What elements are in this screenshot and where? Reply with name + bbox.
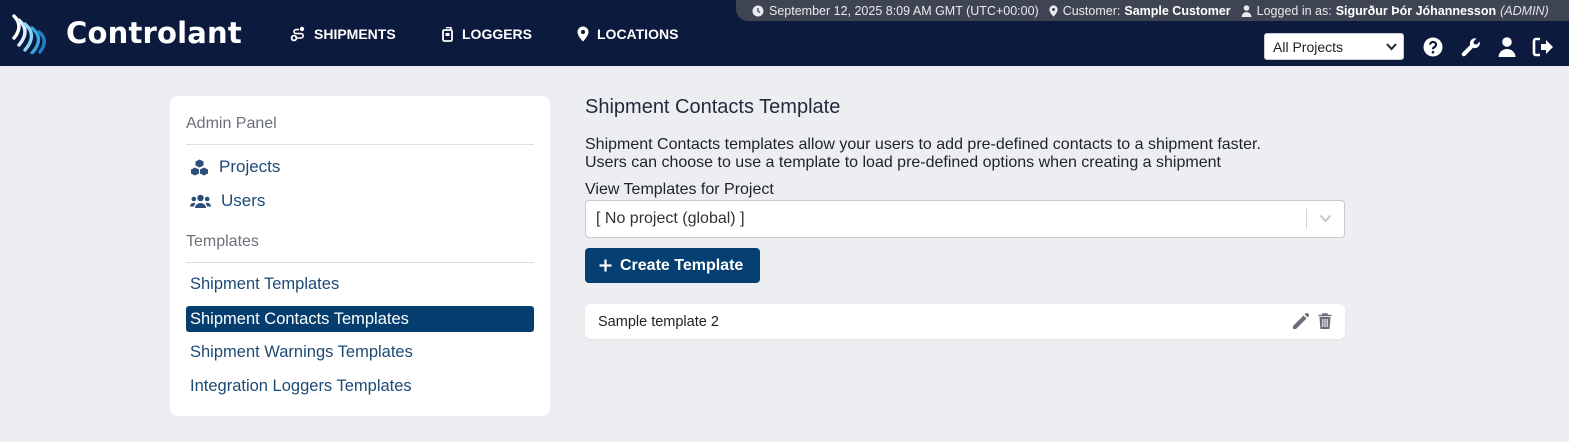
user-icon (1241, 4, 1252, 17)
project-filter-select[interactable]: All Projects (1264, 33, 1404, 60)
sidebar-item-shipment-contacts-templates[interactable]: Shipment Contacts Templates (186, 306, 534, 332)
nav-shipments-label: SHIPMENTS (314, 26, 396, 42)
map-pin-icon (1049, 4, 1058, 17)
logged-in-user: Sigurður Þór Jóhannesson (1335, 3, 1497, 18)
nav-locations-label: LOCATIONS (597, 26, 679, 42)
sidebar-item-integration-loggers-templates[interactable]: Integration Loggers Templates (186, 373, 534, 399)
customer-name: Sample Customer (1124, 3, 1231, 18)
customer-label: Customer: (1062, 3, 1121, 18)
customer-status: Customer: Sample Customer (1049, 4, 1231, 18)
plus-icon (599, 259, 612, 272)
page-title: Shipment Contacts Template (585, 96, 841, 118)
divider (186, 262, 534, 263)
session-status-bar: September 12, 2025 8:09 AM GMT (UTC+00:0… (736, 0, 1569, 21)
wrench-icon[interactable] (1461, 37, 1481, 57)
admin-panel-heading: Admin Panel (186, 115, 277, 132)
shipments-route-icon (290, 26, 305, 42)
edit-pencil-icon[interactable] (1292, 313, 1309, 330)
map-pin-icon (577, 26, 589, 42)
user-status: Logged in as: Sigurður Þór Jóhannesson (… (1241, 4, 1549, 18)
nav-locations[interactable]: LOCATIONS (577, 26, 678, 42)
divider (186, 144, 534, 145)
nav-loggers-label: LOGGERS (462, 26, 533, 42)
project-filter-value: All Projects (1273, 38, 1344, 55)
sidebar-item-shipment-warnings-templates[interactable]: Shipment Warnings Templates (186, 339, 534, 365)
logger-device-icon (442, 26, 453, 42)
sidebar-item-shipment-templates[interactable]: Shipment Templates (186, 271, 534, 297)
view-templates-label: View Templates for Project (585, 181, 774, 198)
project-dropdown[interactable]: [ No project (global) ] (585, 200, 1345, 238)
account-icon[interactable] (1498, 37, 1516, 57)
brand-logo[interactable]: Controlant (10, 12, 242, 54)
create-template-label: Create Template (620, 256, 744, 274)
clock-icon (752, 5, 764, 16)
top-header: Controlant SHIPMENTS LOGGERS LOCATIONS S… (0, 0, 1569, 66)
sidebar-item-projects[interactable]: Projects (190, 157, 280, 177)
sidebar-item-users-label: Users (221, 191, 266, 210)
nav-loggers[interactable]: LOGGERS (442, 26, 532, 42)
chevron-down-icon (1386, 43, 1397, 51)
datetime-text: September 12, 2025 8:09 AM GMT (UTC+00:0… (769, 3, 1039, 18)
users-icon (190, 194, 211, 208)
template-list-item[interactable]: Sample template 2 (585, 304, 1345, 339)
trash-icon[interactable] (1318, 313, 1332, 330)
admin-sidebar: Admin Panel Projects Users Templates Shi… (170, 96, 550, 416)
help-icon[interactable] (1423, 37, 1443, 57)
page-description: Shipment Contacts templates allow your u… (585, 136, 1261, 172)
description-line: Users can choose to use a template to lo… (585, 154, 1221, 171)
create-template-button[interactable]: Create Template (585, 248, 760, 283)
description-line: Shipment Contacts templates allow your u… (585, 136, 1261, 153)
controlant-logo-icon (12, 14, 46, 54)
cubes-icon (191, 159, 208, 175)
sidebar-item-users[interactable]: Users (190, 191, 265, 211)
datetime-status: September 12, 2025 8:09 AM GMT (UTC+00:0… (752, 4, 1039, 18)
logged-in-label: Logged in as: (1256, 3, 1332, 18)
project-dropdown-value: [ No project (global) ] (596, 210, 745, 227)
brand-name: Controlant (66, 16, 242, 50)
sidebar-item-projects-label: Projects (219, 157, 281, 176)
dropdown-separator (1306, 209, 1307, 229)
template-name: Sample template 2 (598, 313, 719, 330)
templates-heading: Templates (186, 233, 259, 250)
logout-icon[interactable] (1532, 37, 1554, 57)
chevron-down-icon (1319, 214, 1332, 223)
user-role: (ADMIN) (1500, 3, 1549, 18)
nav-shipments[interactable]: SHIPMENTS (290, 26, 396, 42)
